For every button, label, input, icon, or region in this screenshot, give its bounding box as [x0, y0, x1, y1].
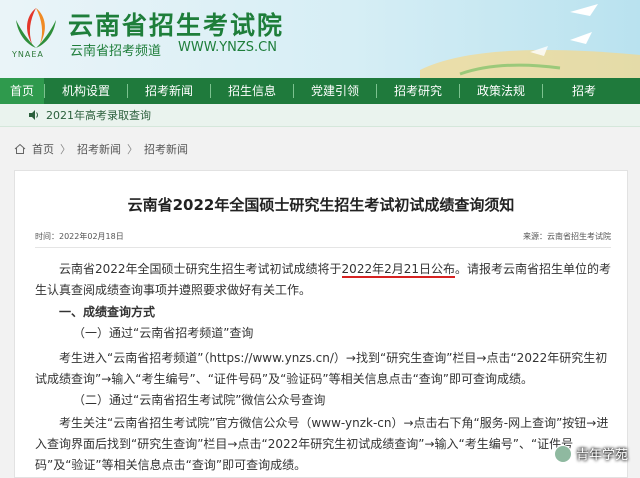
site-url: WWW.YNZS.CN	[178, 40, 277, 55]
breadcrumb-home[interactable]: 首页	[32, 141, 54, 157]
article-source: 来源：云南省招生考试院	[523, 232, 611, 241]
watermark-logo-icon	[553, 444, 572, 463]
speaker-icon	[29, 110, 38, 120]
nav-item-news[interactable]: 招考新闻	[128, 78, 210, 104]
nav-item-party[interactable]: 党建引领	[294, 78, 376, 104]
nav-item-home[interactable]: 首页	[0, 78, 44, 104]
method-heading-1: （一）通过“云南省招考频道”查询	[73, 326, 254, 340]
breadcrumb-current[interactable]: 招考新闻	[144, 141, 188, 157]
breadcrumb-separator: 〉	[60, 143, 71, 156]
nav-item-policy[interactable]: 政策法规	[460, 78, 542, 104]
article-intro: 云南省2022年全国硕士研究生招生考试初试成绩将于2022年2月21日公布。请报…	[35, 259, 611, 301]
intro-text: 云南省2022年全国硕士研究生招生考试初试成绩将于	[59, 262, 342, 276]
release-date-highlight: 2022年2月21日公布	[341, 262, 455, 278]
home-icon	[14, 143, 26, 154]
main-nav: 首页 机构设置 招考新闻 招生信息 党建引领 招考研究 政策法规 招考	[0, 78, 640, 104]
nav-item-organization[interactable]: 机构设置	[45, 78, 127, 104]
method-heading-2: （二）通过“云南省招生考试院”微信公众号查询	[73, 393, 326, 407]
watermark: 青年学苑	[553, 444, 628, 463]
header-decoration-icon	[420, 4, 640, 78]
site-title[interactable]: 云南省招生考试院	[68, 6, 284, 42]
article-date: 时间：2022年02月18日	[35, 232, 124, 241]
article-meta: 时间：2022年02月18日 来源：云南省招生考试院	[35, 231, 611, 248]
nav-item-exams[interactable]: 招考	[543, 78, 625, 104]
ticker-link[interactable]: 2021年高考录取查询	[46, 107, 151, 123]
logo-caption: YNAEA	[12, 50, 44, 59]
site-header: YNAEA 云南省招生考试院 云南省招考频道 WWW.YNZS.CN	[0, 0, 640, 78]
breadcrumb-separator: 〉	[127, 143, 138, 156]
breadcrumb: 首页 〉 招考新闻 〉 招考新闻	[14, 141, 188, 157]
section-heading: 一、成绩查询方式	[59, 305, 156, 319]
nav-item-research[interactable]: 招考研究	[377, 78, 459, 104]
method-text-2: 考生关注“云南省招生考试院”官方微信公众号（www-ynzk-cn）→点击右下角…	[35, 416, 609, 472]
article-panel: 云南省2022年全国硕士研究生招生考试初试成绩查询须知 时间：2022年02月1…	[14, 170, 628, 478]
breadcrumb-news[interactable]: 招考新闻	[77, 141, 121, 157]
ticker-bar: 2021年高考录取查询	[0, 104, 640, 127]
method-text-1: 考生进入“云南省招考频道”（https://www.ynzs.cn/）→找到“研…	[35, 351, 608, 386]
site-subtitle: 云南省招考频道	[70, 44, 162, 59]
article-title: 云南省2022年全国硕士研究生招生考试初试成绩查询须知	[127, 196, 515, 214]
watermark-text: 青年学苑	[575, 448, 628, 463]
nav-item-admissions[interactable]: 招生信息	[211, 78, 293, 104]
